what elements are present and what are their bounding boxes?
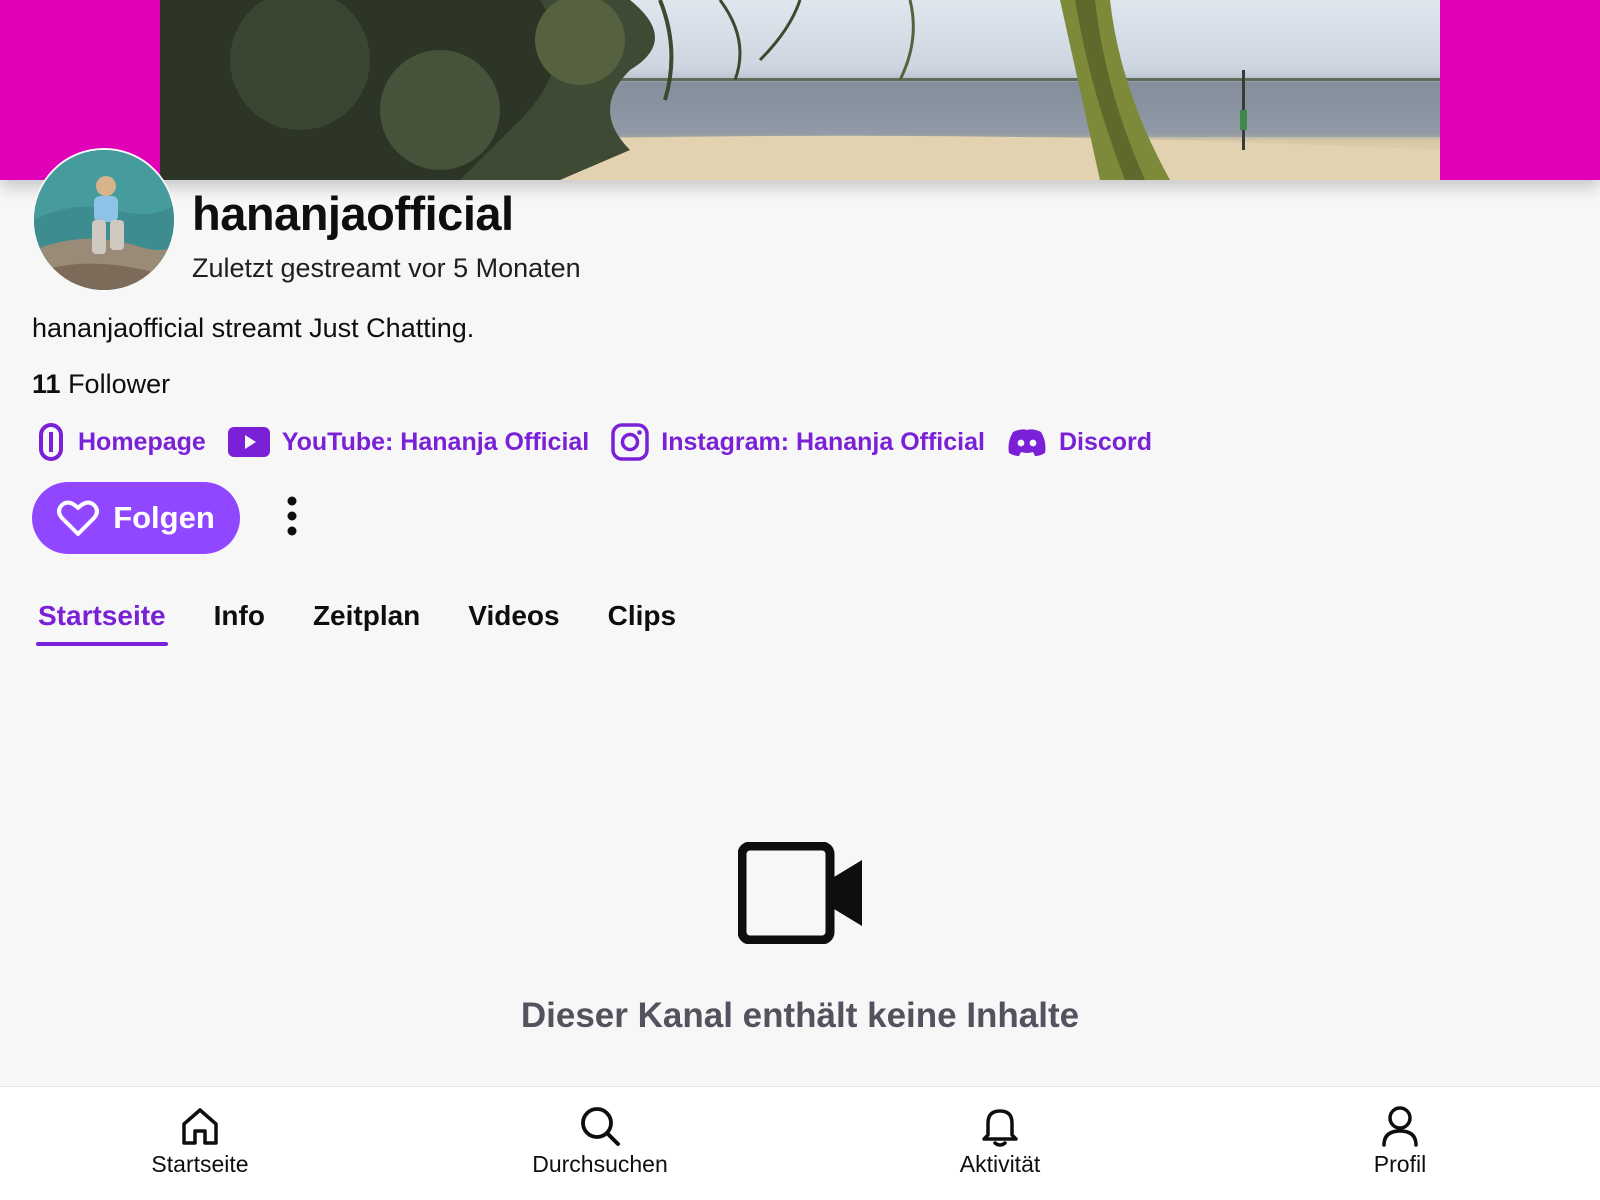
- follower-number: 11: [32, 369, 61, 399]
- last-stream-info: Zuletzt gestreamt vor 5 Monaten: [192, 253, 581, 283]
- follower-label: Follower: [68, 369, 171, 399]
- homepage-link-icon: [36, 422, 66, 462]
- youtube-link-label: YouTube: Hananja Official: [281, 427, 590, 456]
- homepage-link-label: Homepage: [78, 427, 206, 456]
- tab-zeitplan[interactable]: Zeitplan: [311, 594, 422, 638]
- empty-state-message: Dieser Kanal enthält keine Inhalte: [520, 996, 1080, 1035]
- channel-banner: [0, 0, 1600, 180]
- nav-startseite-label: Startseite: [151, 1151, 249, 1177]
- bell-icon: [980, 1103, 1020, 1149]
- homepage-link[interactable]: Homepage: [36, 422, 206, 462]
- discord-link-label: Discord: [1058, 427, 1153, 456]
- search-icon: [579, 1103, 621, 1149]
- follow-button[interactable]: Folgen: [32, 482, 240, 554]
- profile-icon: [1380, 1103, 1420, 1149]
- instagram-icon: [611, 423, 649, 461]
- more-options-button[interactable]: [272, 490, 312, 546]
- tab-info[interactable]: Info: [212, 594, 267, 638]
- youtube-link[interactable]: YouTube: Hananja Official: [227, 427, 590, 457]
- video-camera-icon: [737, 841, 864, 949]
- tab-clips[interactable]: Clips: [606, 594, 678, 638]
- nav-startseite[interactable]: Startseite: [0, 1087, 400, 1200]
- heart-icon: [57, 499, 100, 537]
- instagram-link[interactable]: Instagram: Hananja Official: [611, 423, 985, 461]
- follower-count: 11 Follower: [32, 368, 170, 400]
- tab-startseite[interactable]: Startseite: [36, 594, 168, 646]
- discord-link[interactable]: Discord: [1007, 427, 1152, 457]
- nav-aktivitaet-label: Aktivität: [959, 1151, 1041, 1177]
- tab-videos[interactable]: Videos: [466, 594, 561, 638]
- channel-name: hananjaofficial: [192, 187, 514, 240]
- nav-profil[interactable]: Profil: [1200, 1087, 1600, 1200]
- bottom-navigation: Startseite Durchsuchen Aktivität Profil: [0, 1086, 1600, 1200]
- social-links: Homepage YouTube: Hananja Official Insta…: [36, 422, 1174, 462]
- nav-durchsuchen[interactable]: Durchsuchen: [400, 1087, 800, 1200]
- nav-aktivitaet[interactable]: Aktivität: [800, 1087, 1200, 1200]
- follow-button-label: Folgen: [113, 500, 215, 535]
- channel-description: hananjaofficial streamt Just Chatting.: [32, 313, 475, 343]
- more-vertical-icon: [286, 496, 298, 541]
- channel-avatar[interactable]: [32, 148, 176, 292]
- banner-image: [160, 0, 1440, 180]
- nav-profil-label: Profil: [1373, 1151, 1427, 1177]
- discord-icon: [1007, 427, 1047, 457]
- channel-tabs: Startseite Info Zeitplan Videos Clips: [36, 594, 722, 650]
- home-icon: [180, 1103, 220, 1149]
- youtube-icon: [227, 427, 270, 457]
- instagram-link-label: Instagram: Hananja Official: [661, 427, 985, 456]
- nav-durchsuchen-label: Durchsuchen: [532, 1151, 668, 1177]
